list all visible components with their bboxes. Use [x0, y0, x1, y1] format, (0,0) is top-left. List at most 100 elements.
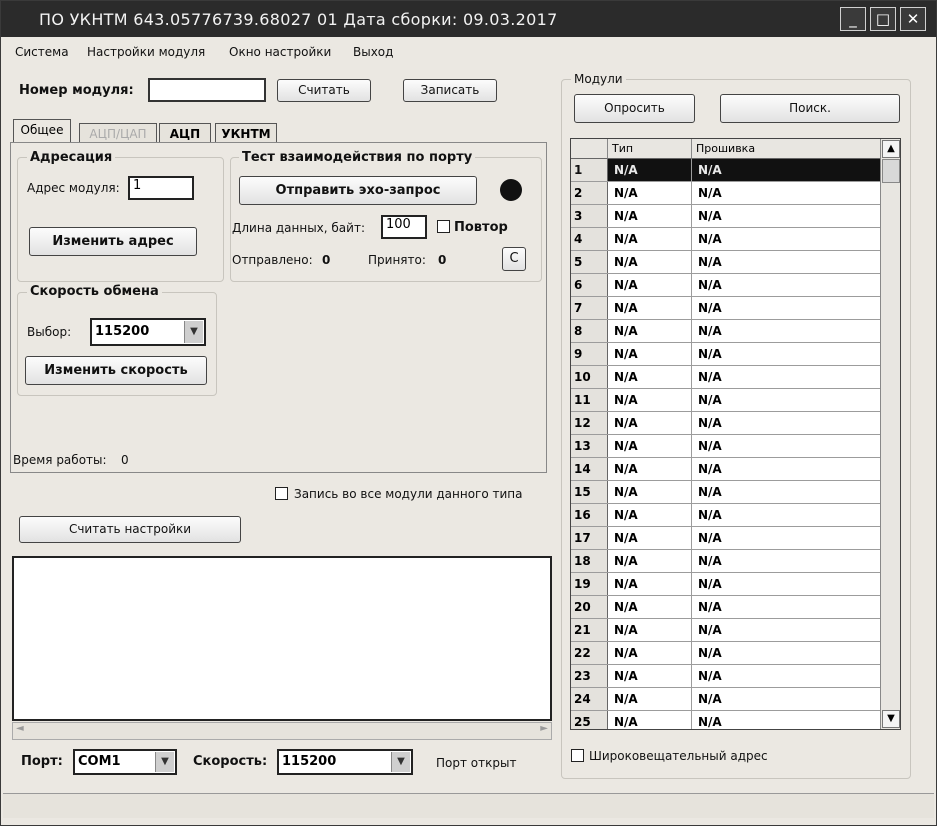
- table-row[interactable]: 18 N/A N/A: [571, 550, 881, 573]
- tab-general[interactable]: Общее: [13, 119, 71, 143]
- table-row[interactable]: 12 N/A N/A: [571, 412, 881, 435]
- table-row[interactable]: 6 N/A N/A: [571, 274, 881, 297]
- scroll-down-icon[interactable]: ▼: [882, 710, 900, 728]
- row-number: 19: [571, 573, 608, 595]
- menu-item-settings-window[interactable]: Окно настройки: [229, 45, 331, 59]
- table-row[interactable]: 17 N/A N/A: [571, 527, 881, 550]
- row-type-cell: N/A: [608, 366, 692, 388]
- port-test-title: Тест взаимодействия по порту: [239, 150, 476, 165]
- baud-rate-select[interactable]: 115200 ▼: [277, 749, 413, 775]
- data-length-label: Длина данных, байт:: [232, 221, 365, 235]
- table-row[interactable]: 13 N/A N/A: [571, 435, 881, 458]
- change-address-button[interactable]: Изменить адрес: [29, 227, 197, 256]
- tab-adc-dac[interactable]: АЦП/ЦАП: [79, 123, 157, 143]
- table-row[interactable]: 19 N/A N/A: [571, 573, 881, 596]
- row-firmware-cell: N/A: [698, 669, 722, 683]
- maximize-button[interactable]: □: [870, 7, 896, 31]
- echo-request-button[interactable]: Отправить эхо-запрос: [239, 176, 477, 205]
- table-row[interactable]: 7 N/A N/A: [571, 297, 881, 320]
- table-row[interactable]: 24 N/A N/A: [571, 688, 881, 711]
- search-button[interactable]: Поиск.: [720, 94, 900, 123]
- table-row[interactable]: 15 N/A N/A: [571, 481, 881, 504]
- chevron-down-icon[interactable]: ▼: [184, 321, 203, 343]
- menu-item-exit[interactable]: Выход: [353, 45, 393, 59]
- clear-counters-button[interactable]: C: [502, 247, 526, 271]
- row-type-cell: N/A: [608, 481, 692, 503]
- table-row[interactable]: 20 N/A N/A: [571, 596, 881, 619]
- table-row[interactable]: 14 N/A N/A: [571, 458, 881, 481]
- table-row[interactable]: 21 N/A N/A: [571, 619, 881, 642]
- data-length-input[interactable]: 100: [381, 215, 427, 239]
- row-number: 3: [571, 205, 608, 227]
- menu-item-module-settings[interactable]: Настройки модуля: [87, 45, 205, 59]
- sent-value: 0: [322, 253, 331, 267]
- close-button[interactable]: ✕: [900, 7, 926, 31]
- scroll-right-icon[interactable]: ►: [540, 723, 548, 734]
- menu-item-system[interactable]: Система: [15, 45, 69, 59]
- write-button[interactable]: Записать: [403, 79, 497, 102]
- main-window: ПО УКНТМ 643.05776739.68027 01 Дата сбор…: [0, 0, 937, 826]
- row-number: 9: [571, 343, 608, 365]
- row-number: 2: [571, 182, 608, 204]
- write-all-label: Запись во все модули данного типа: [294, 487, 523, 501]
- row-type-cell: N/A: [608, 320, 692, 342]
- table-row[interactable]: 9 N/A N/A: [571, 343, 881, 366]
- table-row[interactable]: 3 N/A N/A: [571, 205, 881, 228]
- read-button[interactable]: Считать: [277, 79, 371, 102]
- row-number: 18: [571, 550, 608, 572]
- table-row[interactable]: 4 N/A N/A: [571, 228, 881, 251]
- row-number: 25: [571, 711, 608, 729]
- table-row[interactable]: 22 N/A N/A: [571, 642, 881, 665]
- scroll-up-icon[interactable]: ▲: [882, 140, 900, 158]
- table-row[interactable]: 23 N/A N/A: [571, 665, 881, 688]
- table-row[interactable]: 11 N/A N/A: [571, 389, 881, 412]
- port-select[interactable]: COM1 ▼: [73, 749, 177, 775]
- row-firmware-cell: N/A: [698, 209, 722, 223]
- change-speed-button[interactable]: Изменить скорость: [25, 356, 207, 385]
- row-number: 24: [571, 688, 608, 710]
- row-type-cell: N/A: [608, 297, 692, 319]
- column-header-type[interactable]: Тип: [608, 139, 692, 159]
- chevron-down-icon[interactable]: ▼: [155, 752, 174, 772]
- table-corner-header: [571, 139, 608, 159]
- poll-button[interactable]: Опросить: [574, 94, 695, 123]
- row-type-cell: N/A: [608, 642, 692, 664]
- speed-choice-select[interactable]: 115200 ▼: [90, 318, 206, 346]
- read-settings-button[interactable]: Считать настройки: [19, 516, 241, 543]
- row-firmware-cell: N/A: [698, 554, 722, 568]
- table-row[interactable]: 10 N/A N/A: [571, 366, 881, 389]
- row-number: 16: [571, 504, 608, 526]
- repeat-label: Повтор: [454, 220, 508, 235]
- row-type-cell: N/A: [608, 573, 692, 595]
- sent-label: Отправлено:: [232, 253, 313, 267]
- table-row[interactable]: 8 N/A N/A: [571, 320, 881, 343]
- port-label: Порт:: [21, 754, 63, 769]
- row-firmware-cell: N/A: [698, 692, 722, 706]
- table-row[interactable]: 1 N/A N/A: [571, 159, 881, 182]
- row-firmware-cell: N/A: [698, 186, 722, 200]
- log-horizontal-scrollbar[interactable]: ◄ ►: [12, 722, 552, 740]
- tab-adc[interactable]: АЦП: [159, 123, 211, 143]
- uptime-label: Время работы:: [13, 453, 107, 467]
- baud-rate-value: 115200: [282, 754, 337, 769]
- table-row[interactable]: 5 N/A N/A: [571, 251, 881, 274]
- modules-vertical-scrollbar[interactable]: ▲ ▼: [880, 139, 900, 729]
- scrollbar-thumb[interactable]: [882, 159, 900, 183]
- table-row[interactable]: 2 N/A N/A: [571, 182, 881, 205]
- module-number-input[interactable]: [148, 78, 266, 102]
- table-row[interactable]: 16 N/A N/A: [571, 504, 881, 527]
- log-textarea[interactable]: [12, 556, 552, 721]
- scroll-left-icon[interactable]: ◄: [16, 723, 24, 734]
- write-all-checkbox[interactable]: [275, 487, 288, 500]
- broadcast-address-checkbox[interactable]: [571, 749, 584, 762]
- chevron-down-icon[interactable]: ▼: [391, 752, 410, 772]
- repeat-checkbox[interactable]: [437, 220, 450, 233]
- tab-uknt[interactable]: УКНТМ: [215, 123, 277, 143]
- module-number-label: Номер модуля:: [19, 83, 134, 98]
- row-firmware-cell: N/A: [698, 508, 722, 522]
- row-type-cell: N/A: [608, 389, 692, 411]
- minimize-button[interactable]: _: [840, 7, 866, 31]
- table-row[interactable]: 25 N/A N/A: [571, 711, 881, 729]
- address-input[interactable]: 1: [128, 176, 194, 200]
- column-header-firmware[interactable]: Прошивка: [692, 139, 881, 159]
